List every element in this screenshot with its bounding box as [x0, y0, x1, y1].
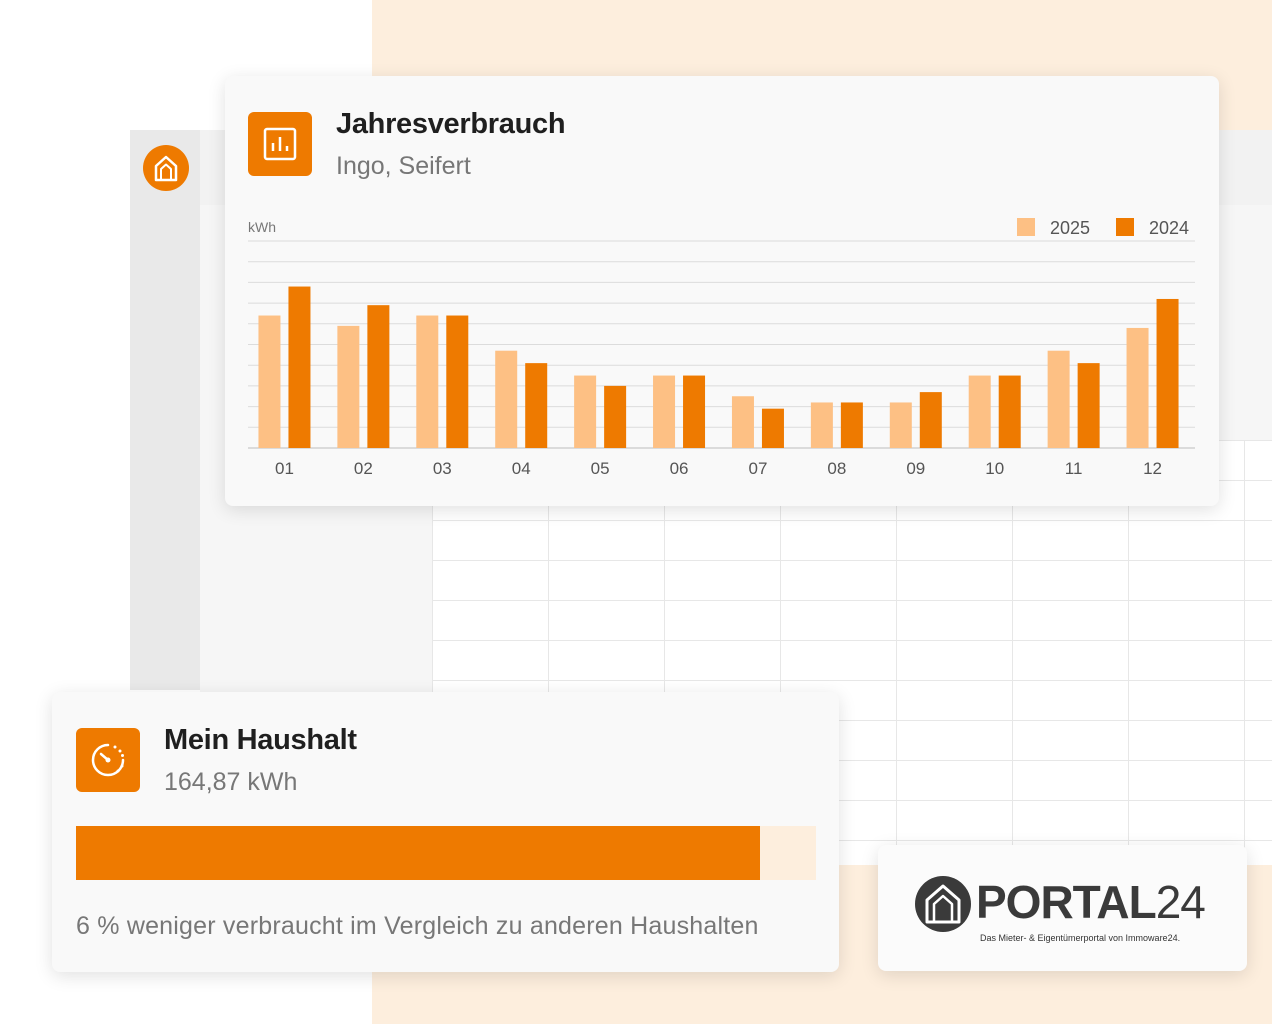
- bar-2025-09: [889, 402, 912, 448]
- bar-2025-04: [495, 350, 518, 448]
- consumption-progress-bar: [76, 826, 816, 880]
- house-icon[interactable]: [143, 145, 189, 191]
- household-consumption-value: 164,87 kWh: [164, 768, 298, 796]
- bar-2024-02: [367, 305, 390, 448]
- bar-2024-04: [525, 363, 548, 448]
- bar-2024-07: [761, 408, 784, 448]
- x-tick-label: 01: [275, 459, 294, 478]
- x-tick-label: 04: [512, 459, 531, 478]
- bar-2024-08: [840, 402, 863, 448]
- x-tick-label: 12: [1143, 459, 1162, 478]
- x-tick-label: 08: [827, 459, 846, 478]
- household-card: Mein Haushalt 164,87 kWh 6 % weniger ver…: [52, 692, 839, 972]
- x-tick-label: 11: [1065, 459, 1083, 478]
- x-tick-label: 10: [985, 459, 1004, 478]
- x-tick-label: 07: [748, 459, 767, 478]
- bar-2024-03: [446, 315, 469, 448]
- consumption-chart-card: Jahresverbrauch Ingo, Seifert kWh 2025 202…: [225, 76, 1219, 506]
- bar-2025-11: [1047, 350, 1070, 448]
- app-sidebar: [130, 130, 200, 690]
- x-tick-label: 09: [906, 459, 925, 478]
- bar-2024-01: [288, 286, 311, 448]
- y-axis-unit-label: kWh: [248, 219, 276, 235]
- bar-2024-12: [1156, 298, 1179, 448]
- brand-number: 24: [1155, 876, 1206, 928]
- x-tick-label: 03: [433, 459, 452, 478]
- bar-2025-08: [810, 402, 833, 448]
- bar-2024-10: [998, 375, 1021, 448]
- brand-card: PORTAL24 Das Mieter- & Eigentümerportal …: [878, 845, 1247, 971]
- house-icon: [914, 875, 972, 938]
- gauge-icon: [76, 728, 140, 792]
- x-tick-label: 06: [670, 459, 689, 478]
- legend-swatch: [1017, 218, 1035, 236]
- bar-2024-06: [683, 375, 706, 448]
- bar-2025-02: [337, 325, 360, 448]
- bar-2025-05: [574, 375, 597, 448]
- bar-2025-07: [731, 396, 754, 448]
- x-tick-label: 05: [591, 459, 610, 478]
- legend-label: 2024: [1149, 218, 1189, 238]
- household-title: Mein Haushalt: [164, 724, 357, 756]
- bar-2025-06: [653, 375, 676, 448]
- bar-2025-12: [1126, 327, 1149, 448]
- bar-2025-01: [258, 315, 281, 448]
- bar-2024-09: [919, 392, 942, 448]
- consumption-progress-fill: [76, 826, 760, 880]
- comparison-text: 6 % weniger verbraucht im Vergleich zu a…: [76, 912, 759, 940]
- legend-swatch: [1116, 218, 1134, 236]
- bar-2024-05: [604, 385, 627, 448]
- bar-2025-10: [968, 375, 991, 448]
- brand-tagline: Das Mieter- & Eigentümerportal von Immow…: [980, 933, 1181, 943]
- bar-2025-03: [416, 315, 439, 448]
- brand-wordmark: PORTAL24: [976, 876, 1206, 928]
- legend-label: 2025: [1050, 218, 1090, 238]
- consumption-bar-chart: kWh 2025 2024 01 02 03 04 05 06 07 08 09 10 11 12: [248, 218, 1195, 478]
- x-tick-label: 02: [354, 459, 373, 478]
- brand-word: PORTAL: [976, 876, 1157, 928]
- bar-2024-11: [1077, 363, 1100, 448]
